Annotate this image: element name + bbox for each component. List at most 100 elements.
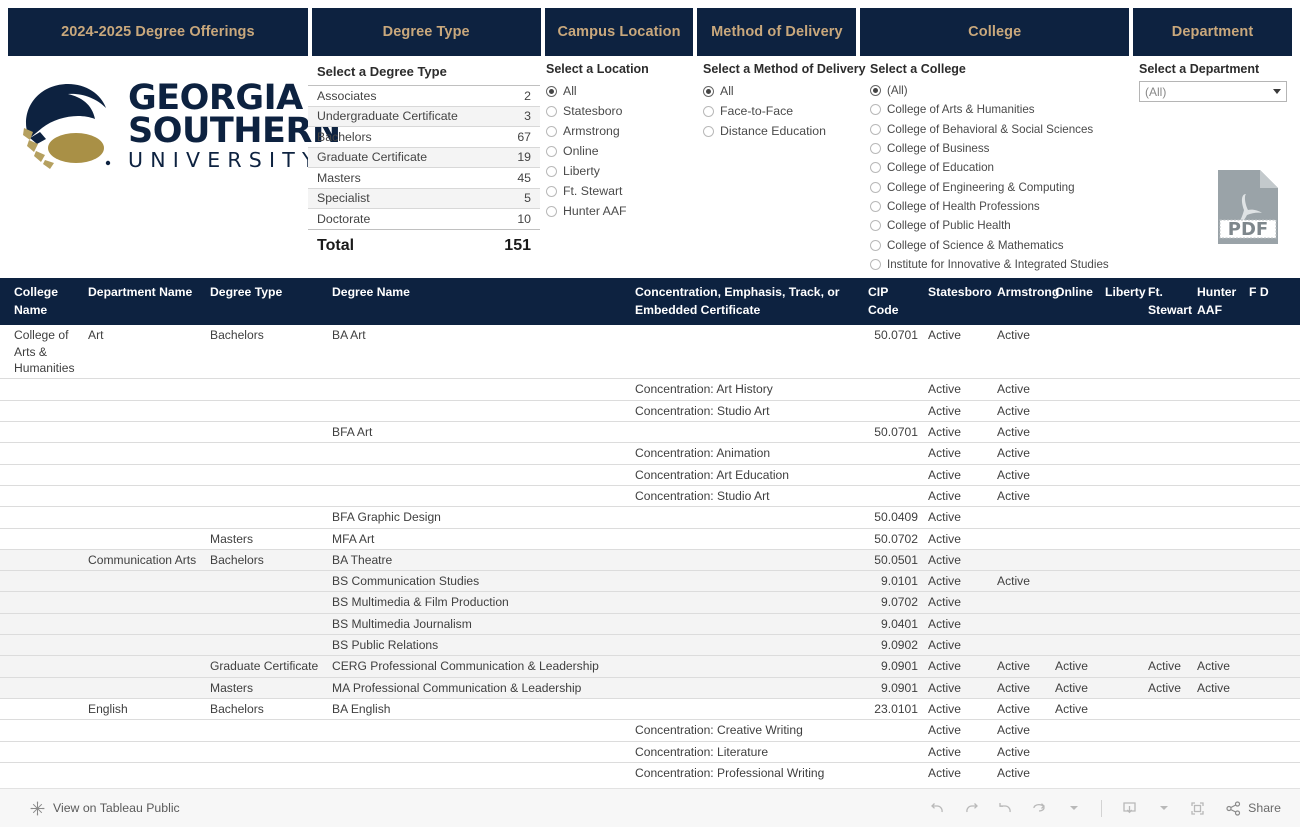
radio-icon[interactable] — [546, 85, 557, 97]
radio-icon[interactable] — [870, 162, 881, 174]
pdf-export-button[interactable]: PDF — [1216, 168, 1280, 251]
radio-icon[interactable] — [870, 85, 881, 97]
refresh-dropdown-caret[interactable] — [1058, 795, 1089, 822]
radio-icon[interactable] — [870, 258, 881, 270]
download-dropdown-caret[interactable] — [1148, 795, 1179, 822]
college-option-engineering-computing[interactable]: College of Engineering & Computing — [870, 177, 1138, 196]
radio-icon[interactable] — [546, 165, 557, 177]
location-option-armstrong[interactable]: Armstrong — [546, 121, 696, 141]
share-button[interactable]: Share — [1216, 795, 1290, 822]
degree-type-row[interactable]: Associates 2 — [308, 85, 540, 106]
download-button[interactable] — [1114, 795, 1145, 822]
radio-icon[interactable] — [546, 125, 557, 137]
table-row[interactable]: College of Arts & Humanities Art Bachelors… — [0, 325, 1300, 380]
table-row[interactable]: Concentration: Art Education Active Active — [0, 464, 1300, 486]
radio-icon[interactable] — [870, 104, 881, 116]
column-header-cip-code[interactable]: CIP Code — [863, 278, 923, 326]
table-row[interactable]: Concentration: Animation Active Active — [0, 442, 1300, 465]
location-option-liberty[interactable]: Liberty — [546, 161, 696, 181]
radio-icon[interactable] — [546, 145, 557, 157]
revert-button[interactable] — [990, 795, 1021, 822]
table-row[interactable]: BS Communication Studies 9.0101 Active Acti… — [0, 570, 1300, 593]
column-header-hunter-aaf[interactable]: Hunter AAF — [1192, 278, 1244, 326]
location-option-ft-stewart[interactable]: Ft. Stewart — [546, 181, 696, 201]
radio-icon[interactable] — [870, 181, 881, 193]
degree-type-label[interactable]: Bachelors — [308, 126, 502, 147]
college-option-science-mathematics[interactable]: College of Science & Mathematics — [870, 235, 1138, 254]
college-option-health-professions[interactable]: College of Health Professions — [870, 197, 1138, 216]
degree-type-row[interactable]: Graduate Certificate 19 — [308, 146, 540, 168]
chevron-down-icon[interactable] — [1160, 806, 1169, 810]
degree-type-row[interactable]: Undergraduate Certificate 3 — [308, 105, 540, 127]
tab-campus-location[interactable]: Campus Location — [544, 8, 694, 56]
view-on-tableau-public-link[interactable]: View on Tableau Public — [30, 801, 180, 816]
degree-type-label[interactable]: Specialist — [308, 187, 502, 209]
table-row[interactable]: BS Multimedia Journalism 9.0401 Active — [0, 613, 1300, 636]
radio-icon[interactable] — [703, 125, 714, 137]
column-header-degree-type[interactable]: Degree Type — [205, 278, 327, 326]
radio-icon[interactable] — [546, 185, 557, 197]
radio-icon[interactable] — [870, 200, 881, 212]
radio-icon[interactable] — [546, 205, 557, 217]
tab-department[interactable]: Department — [1133, 8, 1292, 56]
column-header-liberty[interactable]: Liberty — [1100, 278, 1146, 326]
column-header-college-name[interactable]: College Name — [0, 278, 83, 326]
column-header-ft-stewart[interactable]: Ft. Stewart — [1143, 278, 1192, 326]
radio-icon[interactable] — [703, 85, 714, 97]
delivery-option-all[interactable]: All — [703, 81, 863, 101]
column-header-concentration[interactable]: Concentration, Emphasis, Track, or Embed… — [630, 278, 863, 326]
college-option-all[interactable]: (All) — [870, 81, 1138, 100]
column-header-department-name[interactable]: Department Name — [83, 278, 205, 326]
refresh-button[interactable] — [1024, 795, 1055, 822]
college-option-innovative-integrated-studies[interactable]: Institute for Innovative & Integrated St… — [870, 255, 1138, 274]
degree-type-label[interactable]: Masters — [308, 167, 502, 188]
tab-degree-offerings[interactable]: 2024-2025 Degree Offerings — [8, 8, 308, 56]
chevron-down-icon[interactable] — [1070, 806, 1079, 810]
degree-type-label[interactable]: Undergraduate Certificate — [308, 105, 502, 127]
location-option-all[interactable]: All — [546, 81, 696, 101]
table-row[interactable]: BS Multimedia & Film Production 9.0702 Act… — [0, 591, 1300, 614]
redo-button[interactable] — [956, 795, 987, 822]
degree-type-label[interactable]: Associates — [308, 85, 502, 106]
chevron-down-icon[interactable] — [1273, 89, 1281, 94]
table-row[interactable]: BFA Graphic Design 50.0409 Active — [0, 506, 1300, 529]
delivery-option-face-to-face[interactable]: Face-to-Face — [703, 101, 863, 121]
table-row[interactable]: Graduate Certificate CERG Professional Co… — [0, 655, 1300, 678]
college-option-public-health[interactable]: College of Public Health — [870, 216, 1138, 235]
table-row[interactable]: Concentration: Professional Writing Activ… — [0, 762, 1300, 780]
degree-type-label[interactable]: Doctorate — [308, 208, 502, 229]
college-option-arts-humanities[interactable]: College of Arts & Humanities — [870, 100, 1138, 119]
college-option-education[interactable]: College of Education — [870, 158, 1138, 177]
table-row[interactable]: Concentration: Art History Active Active — [0, 378, 1300, 401]
tab-degree-type[interactable]: Degree Type — [311, 8, 541, 56]
degree-type-row[interactable]: Masters 45 — [308, 167, 540, 188]
table-row[interactable]: Concentration: Studio Art Active Active — [0, 485, 1300, 508]
table-row[interactable]: English Bachelors BA English 23.0101 Active A… — [0, 698, 1300, 721]
table-row[interactable]: Masters MA Professional Communication & L… — [0, 677, 1300, 700]
fullscreen-button[interactable] — [1182, 795, 1213, 822]
location-option-online[interactable]: Online — [546, 141, 696, 161]
tab-method-of-delivery[interactable]: Method of Delivery — [697, 8, 857, 56]
column-header-truncated[interactable]: F D — [1244, 278, 1300, 326]
tab-college[interactable]: College — [860, 8, 1130, 56]
degree-offerings-table-container[interactable]: College Name Department Name Degree Type… — [0, 278, 1300, 780]
column-header-online[interactable]: Online — [1050, 278, 1100, 326]
radio-icon[interactable] — [870, 239, 881, 251]
radio-icon[interactable] — [546, 105, 557, 117]
pdf-icon[interactable]: PDF — [1216, 168, 1280, 246]
table-row[interactable]: Communication Arts Bachelors BA Theatre 50.… — [0, 549, 1300, 572]
radio-icon[interactable] — [870, 123, 881, 135]
table-row[interactable]: Concentration: Literature Active Active — [0, 741, 1300, 763]
table-row[interactable]: Masters MFA Art 50.0702 Active — [0, 528, 1300, 550]
undo-button[interactable] — [922, 795, 953, 822]
location-option-statesboro[interactable]: Statesboro — [546, 101, 696, 121]
location-option-hunter-aaf[interactable]: Hunter AAF — [546, 201, 696, 221]
delivery-option-distance-education[interactable]: Distance Education — [703, 121, 863, 141]
table-row[interactable]: Concentration: Creative Writing Active Act… — [0, 719, 1300, 742]
radio-icon[interactable] — [870, 220, 881, 232]
column-header-degree-name[interactable]: Degree Name — [327, 278, 630, 326]
table-row[interactable]: BS Public Relations 9.0902 Active — [0, 634, 1300, 657]
degree-type-row[interactable]: Specialist 5 — [308, 187, 540, 209]
table-row[interactable]: BFA Art 50.0701 Active Active — [0, 421, 1300, 444]
degree-type-row[interactable]: Doctorate 10 — [308, 208, 540, 229]
